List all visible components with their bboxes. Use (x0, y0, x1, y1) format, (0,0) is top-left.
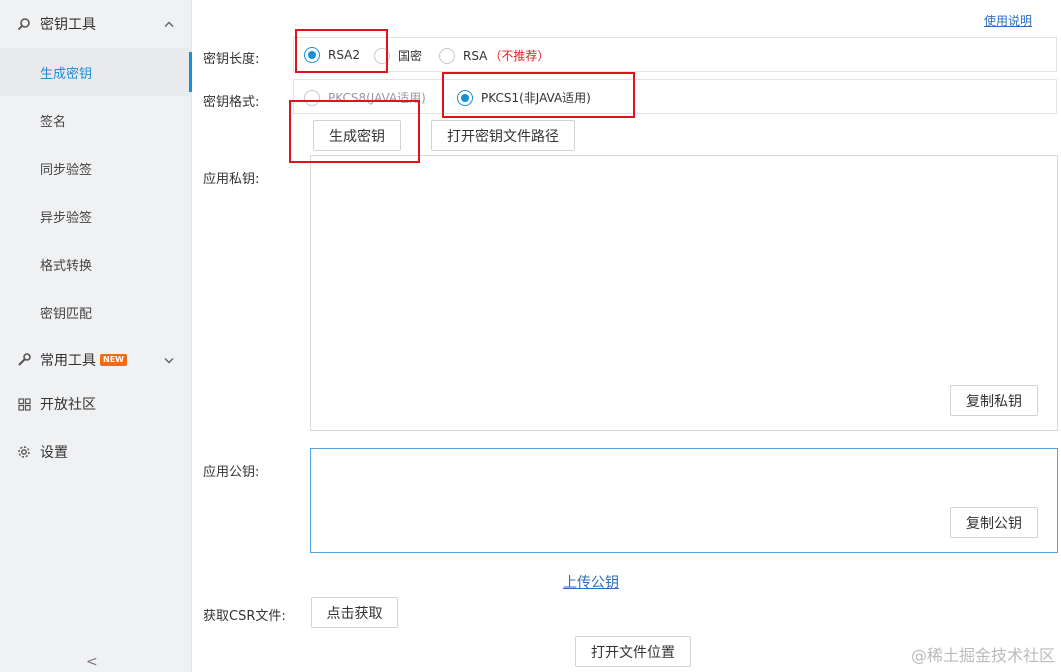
watermark: @稀土掘金技术社区 (910, 646, 1055, 665)
private-key-label: 应用私钥: (203, 172, 260, 187)
private-key-textarea[interactable] (310, 155, 1058, 431)
sidebar: 密钥工具 生成密钥 签名 同步验签 异步验签 格式转换 密钥匹配 常用工具 NE… (0, 0, 192, 672)
sidebar-group-label: 常用工具 (40, 353, 96, 369)
copy-public-key-button[interactable]: 复制公钥 (950, 507, 1038, 538)
key-format-label: 密钥格式: (203, 95, 260, 110)
radio-label: 国密 (398, 49, 423, 63)
generate-key-button[interactable]: 生成密钥 (313, 120, 401, 151)
radio-rsa2[interactable]: RSA2 (304, 47, 360, 63)
wrench-icon (16, 352, 32, 368)
key-length-options: RSA2 国密 RSA （不推荐） (293, 37, 1057, 72)
sidebar-item-sign[interactable]: 签名 (0, 96, 192, 144)
key-format-options: PKCS8(JAVA适用) PKCS1(非JAVA适用) (293, 79, 1057, 114)
collapse-sidebar-icon[interactable]: < (86, 654, 98, 670)
sidebar-item-generate-key[interactable]: 生成密钥 (0, 48, 192, 96)
sidebar-item-label: 同步验签 (40, 162, 93, 178)
radio-label: RSA (463, 48, 488, 63)
radio-rsa[interactable]: RSA （不推荐） (439, 47, 549, 64)
new-badge: NEW (100, 354, 127, 366)
sidebar-item-label: 密钥匹配 (40, 306, 93, 322)
main-panel: 使用说明 密钥长度: RSA2 国密 RSA （不推荐） 密钥格式: PKCS8… (193, 0, 1061, 672)
radio-pkcs1[interactable]: PKCS1(非JAVA适用) (457, 89, 591, 106)
sidebar-item-label: 异步验签 (40, 210, 93, 226)
public-key-textarea[interactable] (310, 448, 1058, 553)
public-key-label: 应用公钥: (203, 465, 260, 480)
gear-icon (16, 444, 32, 460)
sidebar-group-open-community[interactable]: 开放社区 (0, 380, 192, 428)
sidebar-group-key-tools[interactable]: 密钥工具 (0, 0, 192, 48)
radio-dot (457, 89, 473, 106)
radio-dot (304, 47, 320, 63)
sidebar-item-async-verify[interactable]: 异步验签 (0, 192, 192, 240)
sidebar-group-label: 设置 (40, 445, 68, 461)
key-length-label: 密钥长度: (203, 52, 260, 67)
sidebar-item-label: 格式转换 (40, 258, 93, 274)
copy-private-key-button[interactable]: 复制私钥 (950, 385, 1038, 416)
radio-sm[interactable]: 国密 (374, 47, 422, 64)
chevron-down-icon[interactable] (164, 354, 174, 367)
sidebar-item-label: 生成密钥 (40, 66, 93, 82)
grid-icon (16, 396, 32, 412)
search-icon (16, 16, 32, 32)
sidebar-item-sync-verify[interactable]: 同步验签 (0, 144, 192, 192)
upload-public-key-link[interactable]: 上传公钥 (563, 572, 619, 592)
radio-label: RSA2 (328, 48, 361, 62)
radio-label: PKCS8(JAVA适用) (328, 91, 426, 105)
sidebar-group-label: 开放社区 (40, 397, 96, 413)
radio-pkcs8[interactable]: PKCS8(JAVA适用) (304, 89, 426, 106)
sidebar-group-common-tools[interactable]: 常用工具 NEW (0, 336, 192, 384)
get-csr-button[interactable]: 点击获取 (311, 597, 398, 628)
sidebar-group-label: 密钥工具 (40, 17, 96, 33)
sidebar-item-label: 签名 (40, 114, 67, 130)
radio-dot (374, 47, 390, 64)
open-file-location-button[interactable]: 打开文件位置 (575, 636, 691, 667)
not-recommended-note: （不推荐） (489, 49, 550, 63)
sidebar-item-key-match[interactable]: 密钥匹配 (0, 288, 192, 336)
csr-label: 获取CSR文件: (203, 609, 286, 624)
sidebar-group-settings[interactable]: 设置 (0, 428, 192, 476)
help-link[interactable]: 使用说明 (984, 12, 1032, 29)
radio-dot (304, 89, 320, 106)
radio-dot (439, 47, 455, 64)
chevron-up-icon[interactable] (164, 18, 174, 31)
radio-label: PKCS1(非JAVA适用) (481, 91, 591, 105)
open-key-path-button[interactable]: 打开密钥文件路径 (431, 120, 575, 151)
sidebar-item-format-convert[interactable]: 格式转换 (0, 240, 192, 288)
